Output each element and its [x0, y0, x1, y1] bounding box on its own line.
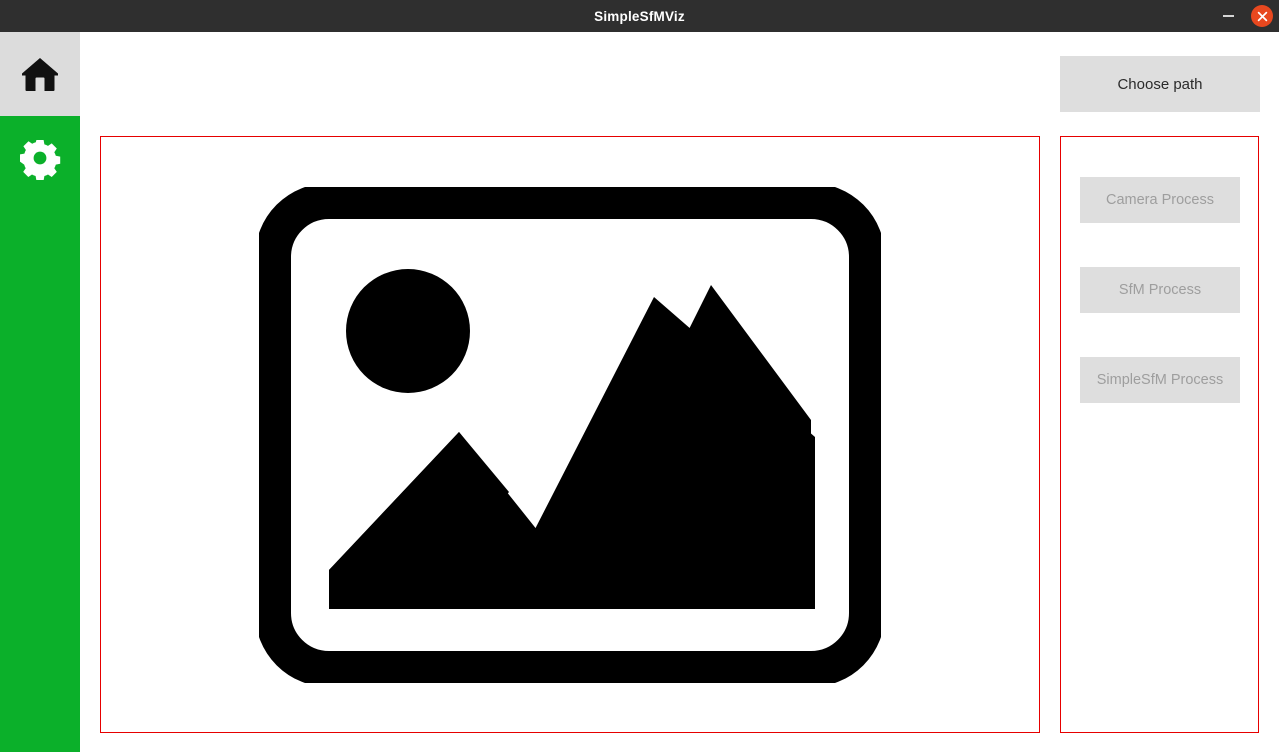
sidebar-item-settings[interactable] — [0, 116, 80, 200]
choose-path-button[interactable]: Choose path — [1060, 56, 1260, 112]
window-controls — [1215, 0, 1273, 32]
image-preview-panel[interactable] — [100, 136, 1040, 733]
minimize-icon[interactable] — [1215, 3, 1241, 29]
camera-process-button[interactable]: Camera Process — [1080, 177, 1240, 223]
process-panel: Camera Process SfM Process SimpleSfM Pro… — [1060, 136, 1259, 733]
gear-icon — [18, 136, 62, 180]
image-placeholder-icon — [259, 186, 881, 683]
sidebar-item-home[interactable] — [0, 32, 80, 116]
app-window: SimpleSfMViz Choose path Camera Process … — [0, 0, 1279, 752]
sfm-process-button[interactable]: SfM Process — [1080, 267, 1240, 313]
sidebar — [0, 32, 80, 752]
simple-sfm-process-button[interactable]: SimpleSfM Process — [1080, 357, 1240, 403]
home-icon — [18, 52, 62, 96]
close-icon[interactable] — [1251, 5, 1273, 27]
window-title: SimpleSfMViz — [594, 8, 685, 24]
title-bar: SimpleSfMViz — [0, 0, 1279, 32]
